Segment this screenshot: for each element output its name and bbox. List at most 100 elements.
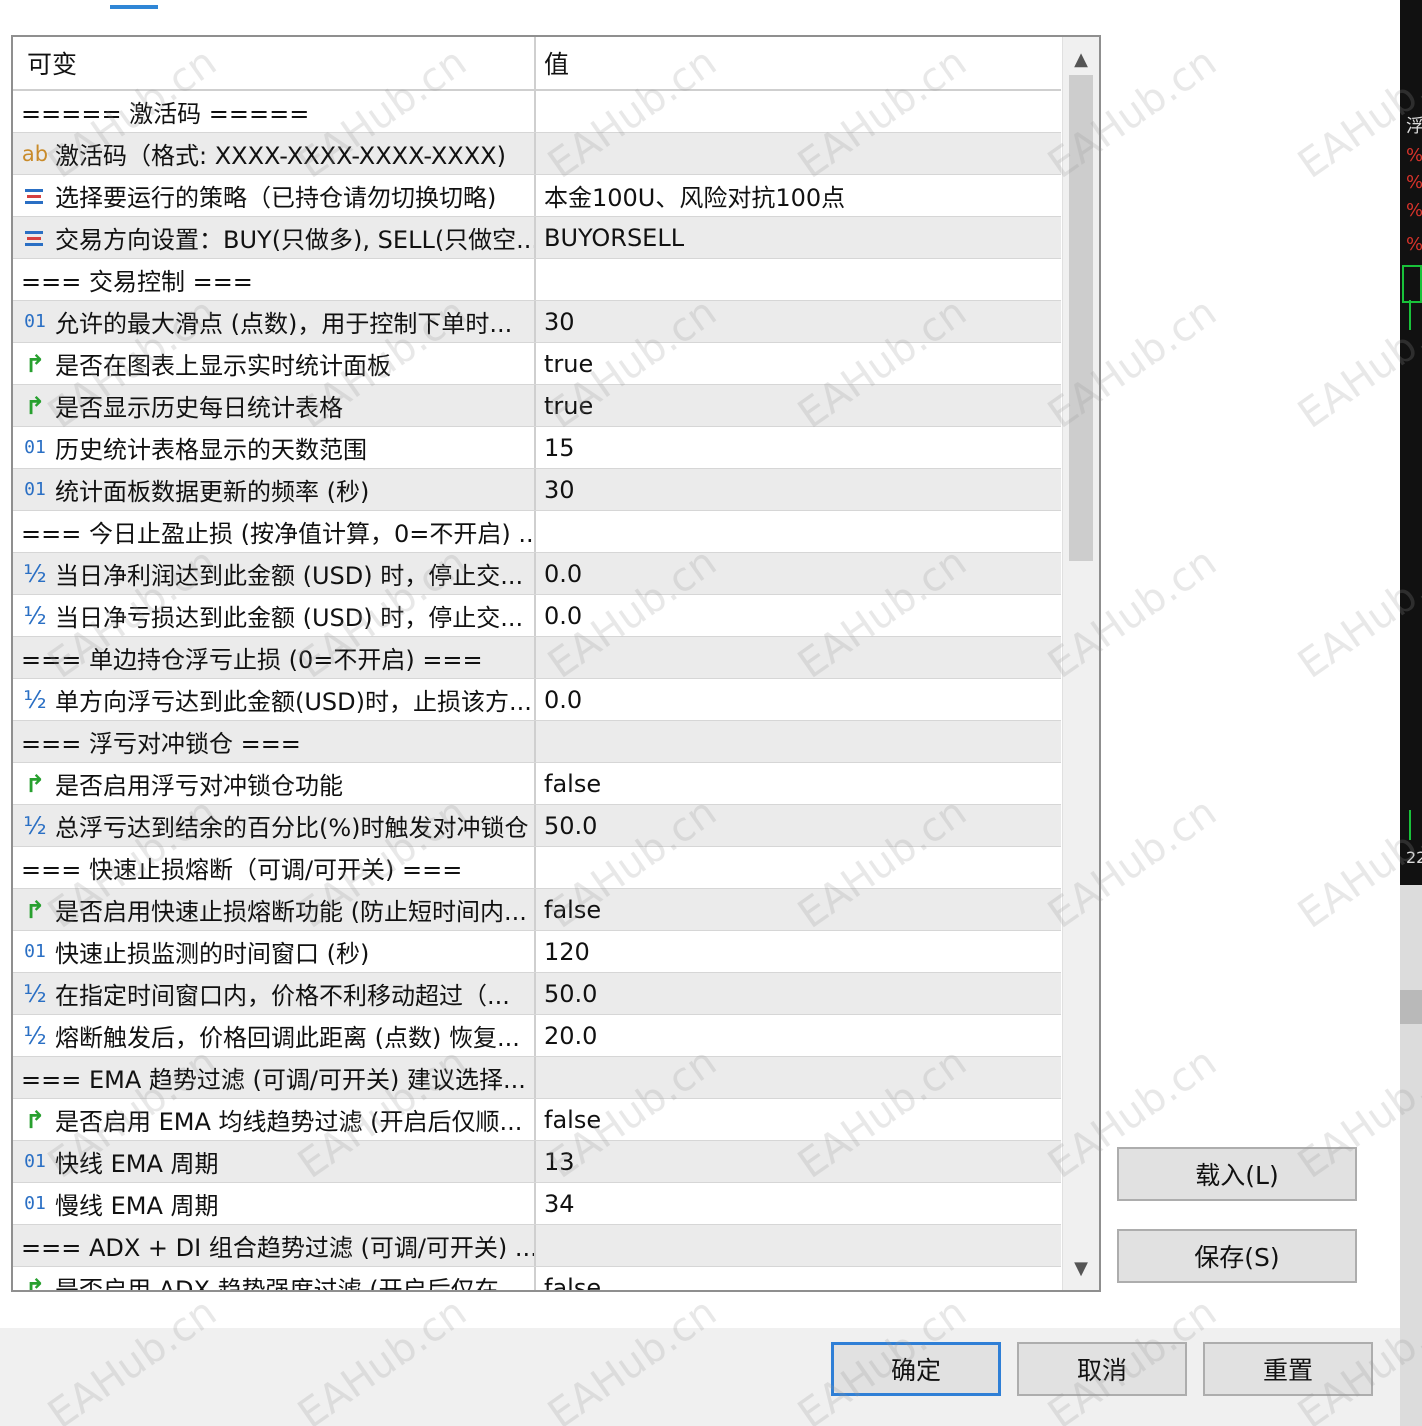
parameter-name: 激活码（格式: XXXX-XXXX-XXXX-XXXX) — [55, 142, 506, 170]
parameter-value-cell[interactable]: 0.0 — [536, 679, 1061, 720]
parameter-name: 统计面板数据更新的频率 (秒) — [55, 478, 370, 506]
parameter-name-cell: ½ 当日净利润达到此金额 (USD) 时，停止交... — [13, 553, 536, 594]
double-type-icon: ½ — [23, 1021, 47, 1050]
parameter-name: ===== 激活码 ===== — [21, 100, 310, 128]
save-button[interactable]: 保存(S) — [1117, 1229, 1357, 1283]
parameter-value-cell[interactable]: true — [536, 343, 1061, 384]
input-parameters-dialog: 可变 值 ===== 激活码 ===== ab 激活码（格式: XXXX-XXXX-… — [0, 0, 1400, 1426]
parameter-row[interactable]: 选择要运行的策略（已持仓请勿切换切略) 本金100U、风险对抗100点 — [13, 175, 1061, 217]
parameter-row[interactable]: ab 激活码（格式: XXXX-XXXX-XXXX-XXXX) — [13, 133, 1061, 175]
parameter-row[interactable]: ↱ 是否显示历史每日统计表格 true — [13, 385, 1061, 427]
parameter-value-cell[interactable]: 30 — [536, 469, 1061, 510]
parameter-value-cell[interactable]: BUYORSELL — [536, 217, 1061, 258]
parameter-row[interactable]: 01 快速止损监测的时间窗口 (秒) 120 — [13, 931, 1061, 973]
column-header-value[interactable]: 值 — [536, 37, 1061, 89]
parameter-value-cell[interactable]: 120 — [536, 931, 1061, 972]
parameter-value-cell[interactable]: false — [536, 763, 1061, 804]
parameter-name-cell: ↱ 是否启用浮亏对冲锁仓功能 — [13, 763, 536, 804]
parameter-value-cell[interactable]: false — [536, 889, 1061, 930]
parameter-row[interactable]: ↱ 是否启用 ADX 趋势强度过滤 (开启后仅在... false — [13, 1267, 1061, 1291]
parameter-row[interactable]: 01 慢线 EMA 周期 34 — [13, 1183, 1061, 1225]
chart-edge-panel — [1400, 885, 1422, 1426]
scroll-down-arrow-icon[interactable]: ▼ — [1063, 1250, 1099, 1286]
parameter-row[interactable]: ½ 单方向浮亏达到此金额(USD)时，止损该方... 0.0 — [13, 679, 1061, 721]
parameter-row[interactable]: ½ 总浮亏达到结余的百分比(%)时触发对冲锁仓 50.0 — [13, 805, 1061, 847]
parameter-name-cell: ↱ 是否启用 ADX 趋势强度过滤 (开启后仅在... — [13, 1267, 536, 1290]
parameter-name-cell: 01 历史统计表格显示的天数范围 — [13, 427, 536, 468]
parameter-row[interactable]: === 快速止损熔断（可调/可开关) === — [13, 847, 1061, 889]
parameter-row[interactable]: 01 历史统计表格显示的天数范围 15 — [13, 427, 1061, 469]
parameter-row[interactable]: === 浮亏对冲锁仓 === — [13, 721, 1061, 763]
cancel-button[interactable]: 取消 — [1017, 1342, 1187, 1396]
parameter-row[interactable]: === 今日止盈止损 (按净值计算，0=不开启) ... — [13, 511, 1061, 553]
parameter-row[interactable]: ↱ 是否启用快速止损熔断功能 (防止短时间内... false — [13, 889, 1061, 931]
parameter-name-cell: ↱ 是否启用 EMA 均线趋势过滤 (开启后仅顺... — [13, 1099, 536, 1140]
parameter-name-cell: ↱ 是否启用快速止损熔断功能 (防止短时间内... — [13, 889, 536, 930]
parameter-row[interactable]: === ADX + DI 组合趋势过滤 (可调/可开关) ... — [13, 1225, 1061, 1267]
parameter-value-cell[interactable]: 30 — [536, 301, 1061, 342]
parameter-name: === EMA 趋势过滤 (可调/可开关) 建议选择... — [21, 1066, 526, 1094]
parameter-value-cell[interactable] — [536, 91, 1061, 132]
parameter-value-cell[interactable] — [536, 847, 1061, 888]
parameter-value-cell[interactable] — [536, 511, 1061, 552]
parameter-name-cell: ab 激活码（格式: XXXX-XXXX-XXXX-XXXX) — [13, 133, 536, 174]
vertical-scrollbar[interactable]: ▲ ▼ — [1062, 37, 1099, 1290]
parameter-row[interactable]: ½ 在指定时间窗口内，价格不利移动超过（... 50.0 — [13, 973, 1061, 1015]
parameter-name-cell: === 快速止损熔断（可调/可开关) === — [13, 847, 536, 888]
parameter-name: 是否在图表上显示实时统计面板 — [55, 352, 391, 380]
parameter-row[interactable]: ½ 当日净亏损达到此金额 (USD) 时，停止交... 0.0 — [13, 595, 1061, 637]
parameter-value-cell[interactable] — [536, 133, 1061, 174]
parameter-row[interactable]: ½ 当日净利润达到此金额 (USD) 时，停止交... 0.0 — [13, 553, 1061, 595]
parameter-row[interactable]: === 单边持仓浮亏止损 (0=不开启) === — [13, 637, 1061, 679]
parameter-name-cell: 选择要运行的策略（已持仓请勿切换切略) — [13, 175, 536, 216]
parameter-value-cell[interactable]: 20.0 — [536, 1015, 1061, 1056]
scrollbar-thumb[interactable] — [1069, 75, 1093, 561]
parameter-value-cell[interactable]: 0.0 — [536, 595, 1061, 636]
column-header-name[interactable]: 可变 — [13, 37, 536, 89]
parameter-value-cell[interactable]: 50.0 — [536, 973, 1061, 1014]
parameter-value-cell[interactable] — [536, 259, 1061, 300]
parameter-name: 交易方向设置：BUY(只做多), SELL(只做空... — [55, 226, 536, 254]
parameter-value-cell[interactable] — [536, 637, 1061, 678]
parameter-name: === 单边持仓浮亏止损 (0=不开启) === — [21, 646, 483, 674]
parameter-row[interactable]: 交易方向设置：BUY(只做多), SELL(只做空... BUYORSELL — [13, 217, 1061, 259]
parameter-name: 熔断触发后，价格回调此距离 (点数) 恢复... — [55, 1024, 520, 1052]
parameter-name: === 快速止损熔断（可调/可开关) === — [21, 856, 463, 884]
grid-header: 可变 值 — [13, 37, 1061, 91]
parameter-value-cell[interactable]: 50.0 — [536, 805, 1061, 846]
parameter-name-cell: === 浮亏对冲锁仓 === — [13, 721, 536, 762]
reset-button[interactable]: 重置 — [1203, 1342, 1373, 1396]
scroll-up-arrow-icon[interactable]: ▲ — [1063, 41, 1099, 77]
parameter-value-cell[interactable]: 本金100U、风险对抗100点 — [536, 175, 1061, 216]
parameter-value-cell[interactable]: 0.0 — [536, 553, 1061, 594]
parameter-row[interactable]: === EMA 趋势过滤 (可调/可开关) 建议选择... — [13, 1057, 1061, 1099]
parameter-value-cell[interactable]: false — [536, 1099, 1061, 1140]
parameter-value-cell[interactable]: 34 — [536, 1183, 1061, 1224]
parameter-value-cell[interactable] — [536, 721, 1061, 762]
parameter-name: 选择要运行的策略（已持仓请勿切换切略) — [55, 184, 497, 212]
parameter-value-cell[interactable]: false — [536, 1267, 1061, 1291]
parameter-row[interactable]: === 交易控制 === — [13, 259, 1061, 301]
chart-edge-label: 浮 — [1406, 116, 1422, 137]
parameter-value-cell[interactable]: 13 — [536, 1141, 1061, 1182]
parameter-name-cell: 01 统计面板数据更新的频率 (秒) — [13, 469, 536, 510]
parameter-row[interactable]: ↱ 是否在图表上显示实时统计面板 true — [13, 343, 1061, 385]
parameter-name: === 交易控制 === — [21, 268, 253, 296]
parameter-value-cell[interactable] — [536, 1225, 1061, 1266]
parameter-row[interactable]: ↱ 是否启用 EMA 均线趋势过滤 (开启后仅顺... false — [13, 1099, 1061, 1141]
parameter-name: 是否启用 EMA 均线趋势过滤 (开启后仅顺... — [55, 1108, 523, 1136]
parameter-row[interactable]: ½ 熔断触发后，价格回调此距离 (点数) 恢复... 20.0 — [13, 1015, 1061, 1057]
ok-button[interactable]: 确定 — [831, 1342, 1001, 1396]
double-type-icon: ½ — [23, 979, 47, 1008]
parameter-value-cell[interactable]: 15 — [536, 427, 1061, 468]
load-button[interactable]: 载入(L) — [1117, 1147, 1357, 1201]
parameter-row[interactable]: ===== 激活码 ===== — [13, 91, 1061, 133]
parameter-row[interactable]: 01 快线 EMA 周期 13 — [13, 1141, 1061, 1183]
parameter-value-cell[interactable]: true — [536, 385, 1061, 426]
integer-type-icon: 01 — [24, 311, 46, 332]
parameter-name-cell: ↱ 是否显示历史每日统计表格 — [13, 385, 536, 426]
parameter-row[interactable]: 01 允许的最大滑点 (点数)，用于控制下单时... 30 — [13, 301, 1061, 343]
parameter-row[interactable]: 01 统计面板数据更新的频率 (秒) 30 — [13, 469, 1061, 511]
parameter-value-cell[interactable] — [536, 1057, 1061, 1098]
parameter-row[interactable]: ↱ 是否启用浮亏对冲锁仓功能 false — [13, 763, 1061, 805]
